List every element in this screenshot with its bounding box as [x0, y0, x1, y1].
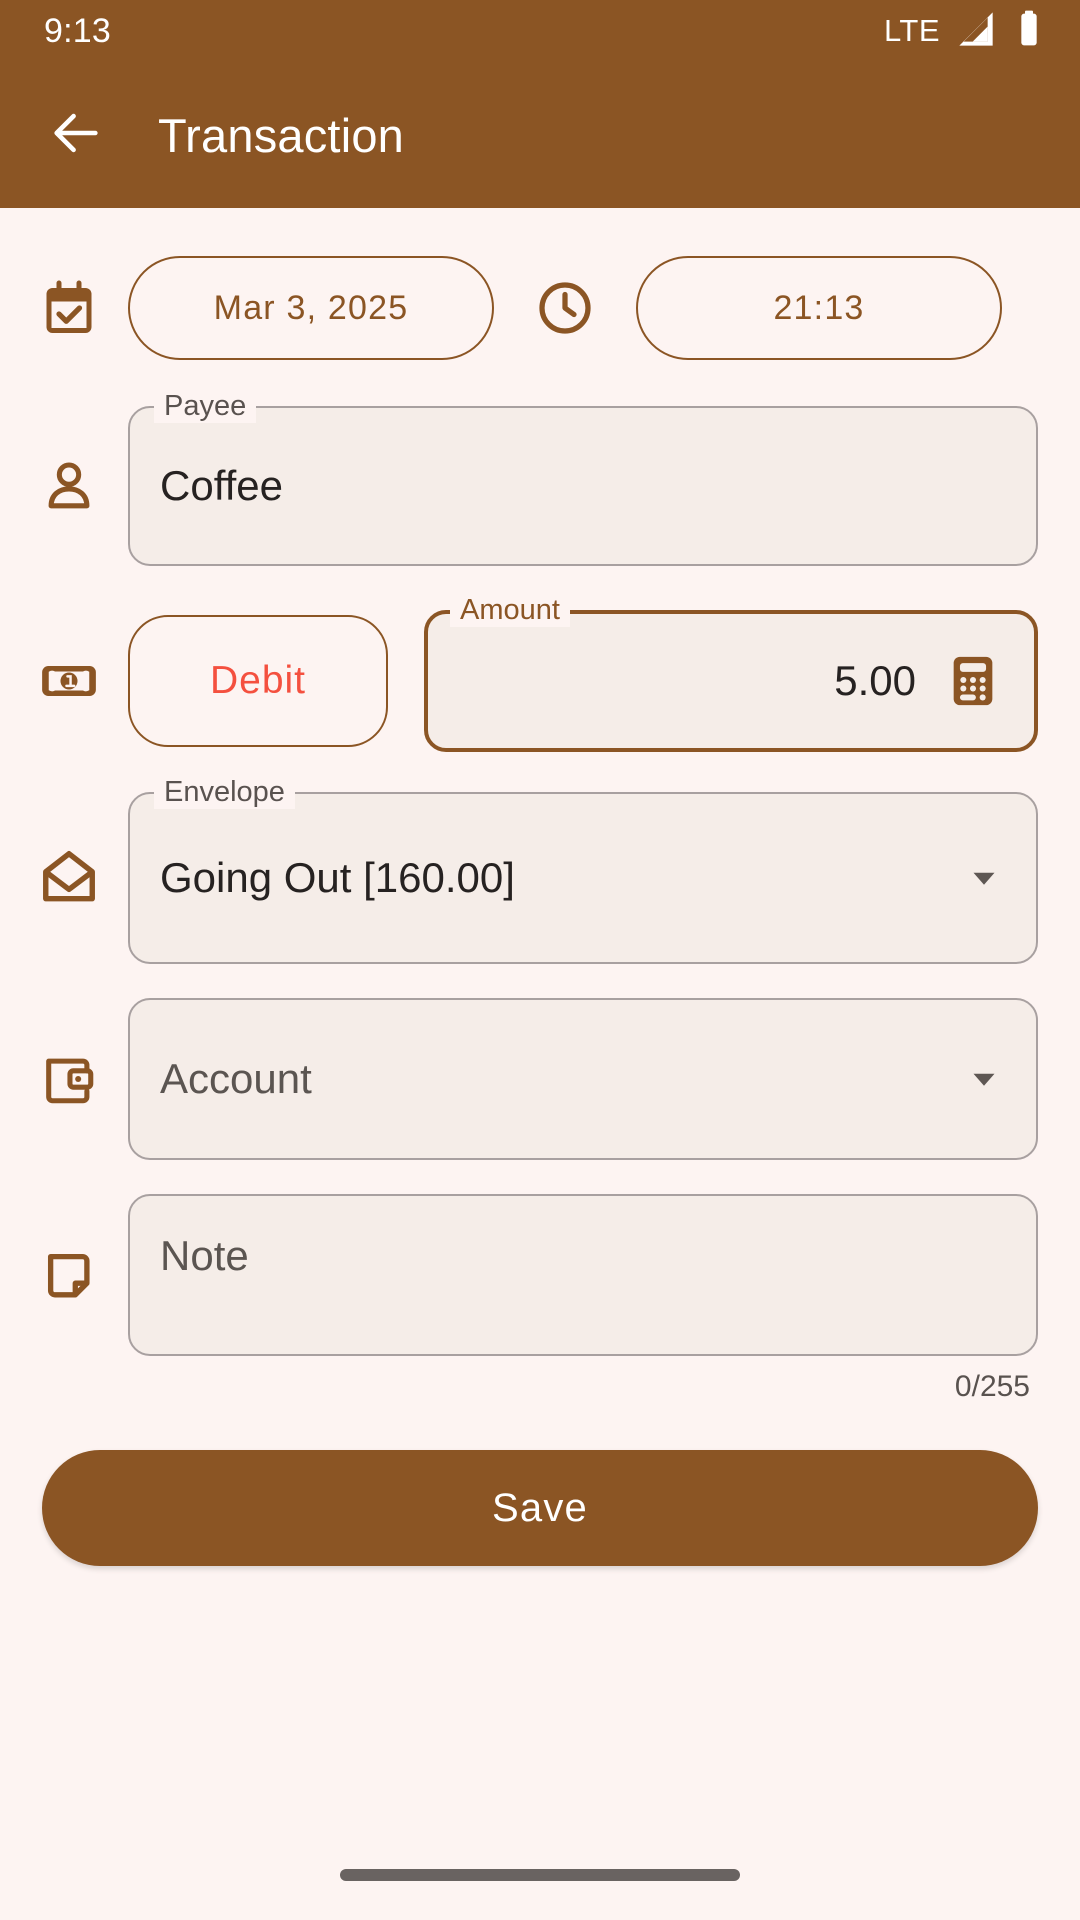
envelope-row: Going Out [160.00] Envelope: [0, 775, 1080, 964]
amount-field-wrap: 5.00 Amount: [424, 593, 1038, 752]
banknote-icon: [36, 648, 102, 714]
payee-label: Payee: [154, 389, 257, 423]
transaction-form: Mar 3, 2025 21:13 Coffee Payee Debit 5.0…: [0, 208, 1080, 1920]
note-placeholder: Note: [160, 1232, 249, 1279]
status-bar-indicators: LTE: [884, 9, 1046, 54]
envelope-select[interactable]: Going Out [160.00]: [128, 792, 1038, 964]
payee-field-wrap: Coffee Payee: [128, 389, 1038, 566]
amount-input[interactable]: 5.00: [424, 610, 1038, 752]
datetime-row: Mar 3, 2025 21:13: [0, 256, 1080, 360]
app-bar: Transaction: [0, 62, 1080, 208]
calendar-check-icon: [36, 275, 102, 341]
date-picker-button[interactable]: Mar 3, 2025: [128, 256, 494, 360]
note-icon: [36, 1242, 102, 1308]
amount-row: Debit 5.00 Amount: [0, 593, 1080, 752]
arrow-back-icon: [47, 104, 105, 167]
envelope-label: Envelope: [154, 775, 295, 809]
transaction-type-label: Debit: [209, 659, 307, 702]
date-value: Mar 3, 2025: [213, 288, 409, 327]
note-row: Note: [0, 1194, 1080, 1356]
amount-label: Amount: [450, 593, 570, 627]
account-field-wrap: Account: [128, 998, 1038, 1160]
note-char-counter: 0/255: [954, 1370, 1030, 1403]
envelope-field-wrap: Going Out [160.00] Envelope: [128, 775, 1038, 964]
note-input[interactable]: Note: [128, 1194, 1038, 1356]
payee-value: Coffee: [160, 462, 283, 509]
chevron-down-icon[interactable]: [962, 856, 1006, 900]
time-picker-button[interactable]: 21:13: [636, 256, 1002, 360]
gesture-bar[interactable]: [340, 1869, 740, 1881]
account-row: Account: [0, 998, 1080, 1160]
system-navigation-bar: [0, 1830, 1080, 1920]
save-button-wrap: Save: [0, 1450, 1080, 1566]
note-field-wrap: Note: [128, 1194, 1038, 1356]
status-bar: 9:13 LTE: [0, 0, 1080, 62]
time-value: 21:13: [773, 288, 865, 327]
back-button[interactable]: [44, 103, 108, 167]
payee-row: Coffee Payee: [0, 389, 1080, 566]
person-icon: [36, 453, 102, 519]
envelope-icon: [36, 845, 102, 911]
clock-icon[interactable]: [532, 275, 598, 341]
chevron-down-icon[interactable]: [962, 1057, 1006, 1101]
status-bar-clock: 9:13: [44, 11, 111, 50]
account-select[interactable]: Account: [128, 998, 1038, 1160]
network-type-label: LTE: [883, 13, 940, 48]
calculator-icon[interactable]: [942, 650, 1004, 712]
transaction-screen: 9:13 LTE Transaction Mar 3, 2025 21:13 C…: [0, 0, 1080, 1920]
wallet-icon: [36, 1046, 102, 1112]
payee-input[interactable]: Coffee: [128, 406, 1038, 566]
save-button[interactable]: Save: [42, 1450, 1038, 1566]
battery-full-icon: [1012, 9, 1046, 54]
page-title: Transaction: [158, 108, 405, 162]
account-value: Account: [160, 1055, 312, 1102]
transaction-type-toggle[interactable]: Debit: [128, 615, 388, 747]
amount-value: 5.00: [834, 657, 916, 704]
signal-triangle-icon: [956, 9, 996, 54]
envelope-value: Going Out [160.00]: [160, 854, 515, 901]
